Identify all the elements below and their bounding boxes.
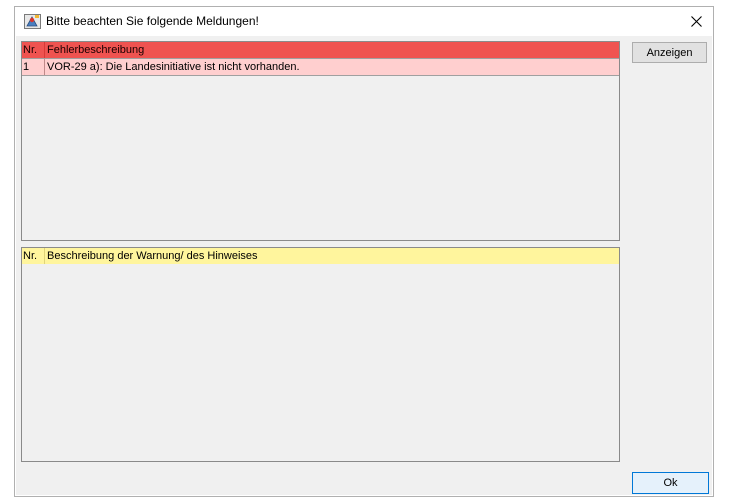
cell-nr: 1 <box>23 61 30 73</box>
warning-table[interactable]: Nr. Beschreibung der Warnung/ des Hinwei… <box>21 247 620 462</box>
title-bar[interactable]: Bitte beachten Sie folgende Meldungen! <box>15 7 713 36</box>
column-header-nr[interactable]: Nr. <box>23 248 37 264</box>
column-separator <box>44 59 45 75</box>
warning-table-header: Nr. Beschreibung der Warnung/ des Hinwei… <box>22 248 619 264</box>
column-separator[interactable] <box>44 42 45 58</box>
dialog-content: Nr. Fehlerbeschreibung 1 VOR-29 a): Die … <box>16 36 712 495</box>
close-icon <box>691 16 702 27</box>
window-title: Bitte beachten Sie folgende Meldungen! <box>46 14 259 28</box>
cell-description: VOR-29 a): Die Landesinitiative ist nich… <box>47 61 300 73</box>
show-button[interactable]: Anzeigen <box>632 42 707 63</box>
java-app-icon <box>24 13 41 29</box>
message-dialog: Bitte beachten Sie folgende Meldungen! N… <box>14 6 714 497</box>
table-row[interactable]: 1 VOR-29 a): Die Landesinitiative ist ni… <box>22 58 619 76</box>
close-button[interactable] <box>680 7 713 36</box>
column-header-nr[interactable]: Nr. <box>23 42 37 58</box>
error-table-header: Nr. Fehlerbeschreibung <box>22 42 619 58</box>
error-table[interactable]: Nr. Fehlerbeschreibung 1 VOR-29 a): Die … <box>21 41 620 241</box>
column-header-description[interactable]: Fehlerbeschreibung <box>47 42 144 58</box>
ok-button[interactable]: Ok <box>632 472 709 494</box>
column-separator[interactable] <box>44 248 45 264</box>
column-header-description[interactable]: Beschreibung der Warnung/ des Hinweises <box>47 248 258 264</box>
